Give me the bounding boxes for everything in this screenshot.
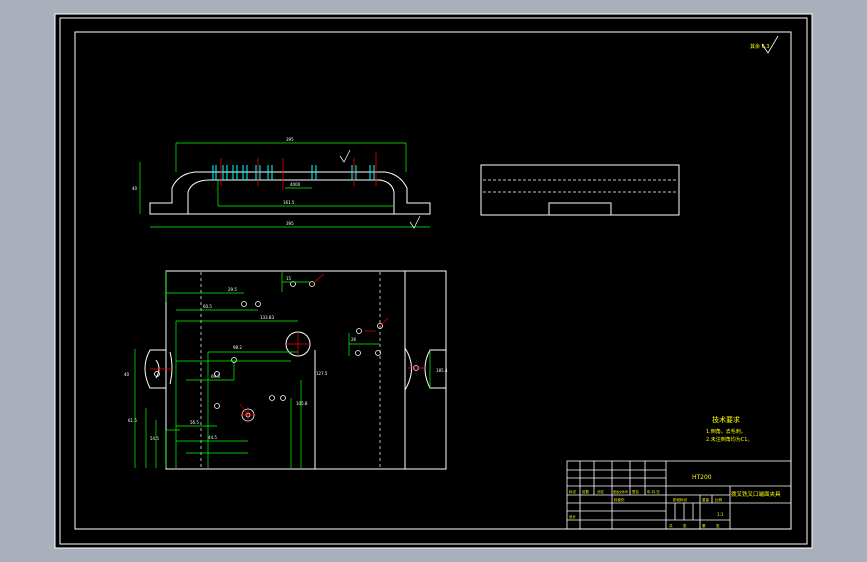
tb-label-total: 共 [669, 523, 673, 528]
part-name: 拨叉铣叉口端面夹具 [731, 490, 781, 498]
plan-dim-a: 29.5 [228, 287, 237, 292]
plan-dim-k: 40 [124, 372, 130, 377]
plan-dim-d: 133.83 [260, 315, 274, 320]
plan-dim-n: 54.5 [150, 436, 159, 441]
tb-label-scale: 比例 [715, 497, 723, 502]
tb-label-no: 第 [702, 523, 706, 528]
tech-req-item-2: 2.未注倒角均为C1。 [706, 436, 752, 443]
plan-dim-j: 56.5 [190, 420, 199, 425]
plan-dim-h: 127.5 [316, 371, 328, 376]
plan-dim-g: 105.8 [296, 401, 308, 406]
tb-label-stage: 阶段标记 [673, 497, 687, 502]
tb-label-sheet: 张 [716, 523, 720, 528]
front-dim-slot: 4000 [290, 182, 301, 187]
tb-label-zone: 分区 [597, 489, 605, 494]
plan-dim-f: 44.5 [208, 435, 217, 440]
plan-dim-m: 61.5 [128, 418, 137, 423]
front-dim-top: 395 [286, 137, 294, 142]
tb-label-change: 更改文件号 [613, 489, 628, 494]
plan-dim-p: 26 [351, 337, 357, 342]
roughness-label: 其余 6.3 [750, 43, 770, 50]
material-label: HT200 [692, 474, 712, 481]
plan-dim-e: 69.5 [211, 374, 220, 379]
front-dim-bottom: 395 [286, 221, 294, 226]
tb-label-sign: 签名 [632, 489, 639, 494]
tb-label-count: 处数 [582, 489, 590, 494]
front-dim-left: 40 [132, 186, 138, 191]
tb-label-design: 设计 [569, 514, 577, 519]
tb-label-date: 年.月.日 [647, 489, 660, 494]
front-dim-inner: 161.5 [283, 200, 295, 205]
tech-req-item-1: 1.倒角，去毛刺。 [706, 428, 746, 435]
cad-drawing-canvas: 其余 6.3 395 395 161.5 40 4000 29.5 60.5 9… [54, 13, 813, 549]
tech-req-title: 技术要求 [712, 415, 740, 424]
plan-dim-b: 60.5 [203, 304, 212, 309]
tb-label-sheets: 张 [683, 523, 687, 528]
plan-dim-q: 15 [286, 276, 292, 281]
tb-label-mark: 标记 [569, 489, 577, 494]
scale-value: 1:1 [717, 512, 724, 517]
tb-label-weight: 重量 [702, 497, 710, 502]
plan-dim-o: 185.4 [436, 368, 448, 373]
model-space-background [54, 13, 813, 549]
tb-label-std: 标准化 [614, 497, 625, 502]
plan-dim-c: 98.2 [233, 345, 242, 350]
